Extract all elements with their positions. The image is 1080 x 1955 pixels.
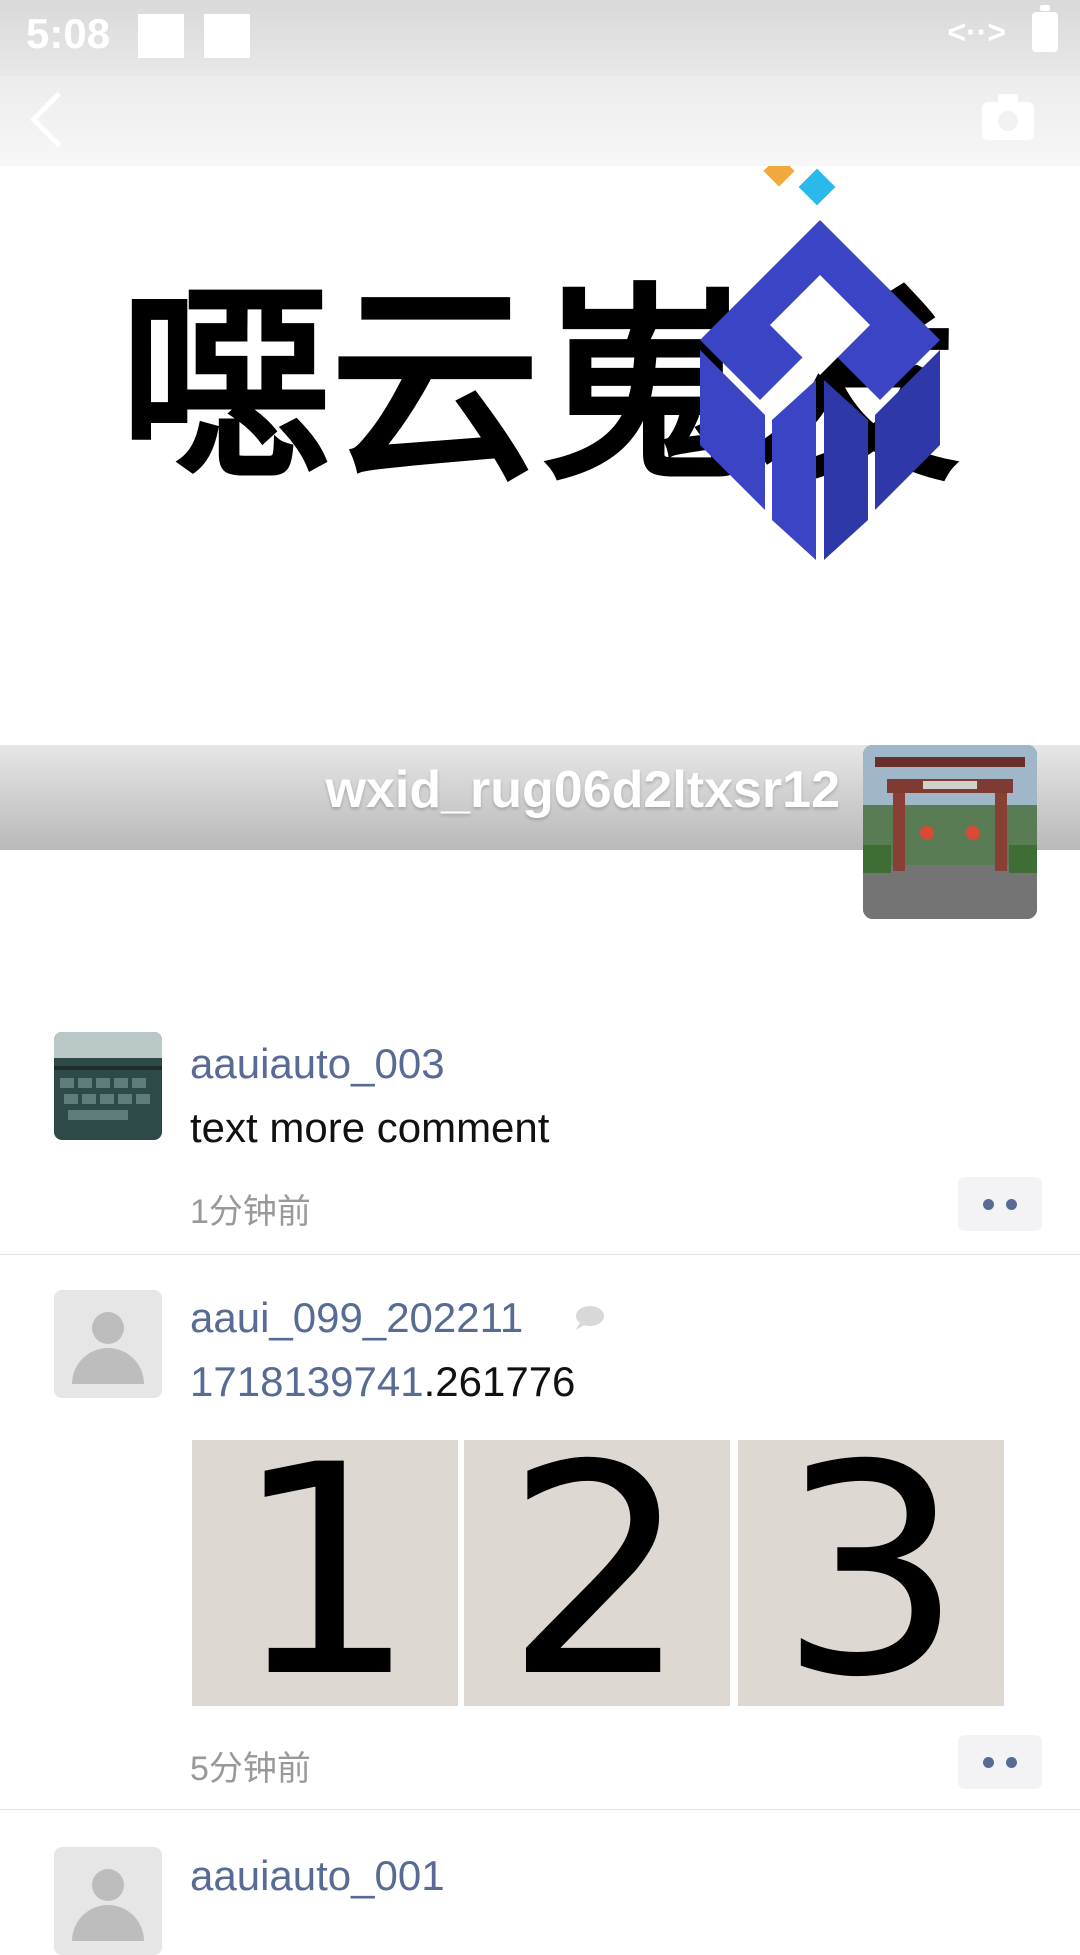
post-text: 1718139741.261776: [190, 1358, 575, 1406]
keyboard-photo: [54, 1032, 162, 1140]
post-username[interactable]: aauiauto_003: [190, 1040, 445, 1088]
more-icon: [1006, 1756, 1017, 1768]
notification-icon: [138, 14, 184, 58]
moments-icon: [576, 1306, 604, 1330]
back-icon[interactable]: [29, 91, 86, 148]
avatar[interactable]: [54, 1290, 162, 1398]
more-button[interactable]: [958, 1177, 1042, 1231]
post-photo[interactable]: 1: [192, 1440, 458, 1706]
post-time: 1分钟前: [190, 1193, 311, 1231]
photo-digit: 2: [504, 1440, 690, 1706]
post-text-rest: .261776: [423, 1358, 576, 1405]
post-divider: [0, 1254, 1080, 1255]
post-photo[interactable]: 2: [464, 1440, 730, 1706]
post-time: 5分钟前: [190, 1750, 311, 1788]
post-photo[interactable]: 3: [738, 1440, 1004, 1706]
post-username[interactable]: aauiauto_001: [190, 1852, 445, 1900]
more-icon: [983, 1198, 994, 1210]
post-text: text more comment: [190, 1104, 550, 1151]
photo-digit: 1: [232, 1440, 418, 1706]
more-icon: [983, 1756, 994, 1768]
post-text-link[interactable]: 1718139741: [190, 1358, 424, 1405]
data-sync-icon: <··>: [947, 13, 1006, 50]
post-divider: [0, 1809, 1080, 1810]
status-time: 5:08: [26, 10, 111, 57]
photo-digit: 3: [778, 1440, 964, 1706]
more-icon: [1006, 1198, 1017, 1210]
gate-photo: [863, 745, 1037, 919]
status-bar: 5:08 <··>: [0, 0, 1080, 76]
profile-name[interactable]: wxid_rug06d2ltxsr12: [326, 760, 840, 820]
camera-icon[interactable]: [982, 94, 1034, 140]
more-button[interactable]: [958, 1735, 1042, 1789]
notification-icon: [204, 14, 250, 58]
post-username[interactable]: aaui_099_202211: [190, 1294, 523, 1342]
battery-icon: [1032, 5, 1058, 52]
brand-logo: 噁云嵬发: [120, 155, 960, 560]
avatar[interactable]: [54, 1847, 162, 1955]
avatar[interactable]: [54, 1032, 162, 1140]
profile-avatar[interactable]: [863, 745, 1037, 919]
top-navigation: [0, 76, 1080, 166]
